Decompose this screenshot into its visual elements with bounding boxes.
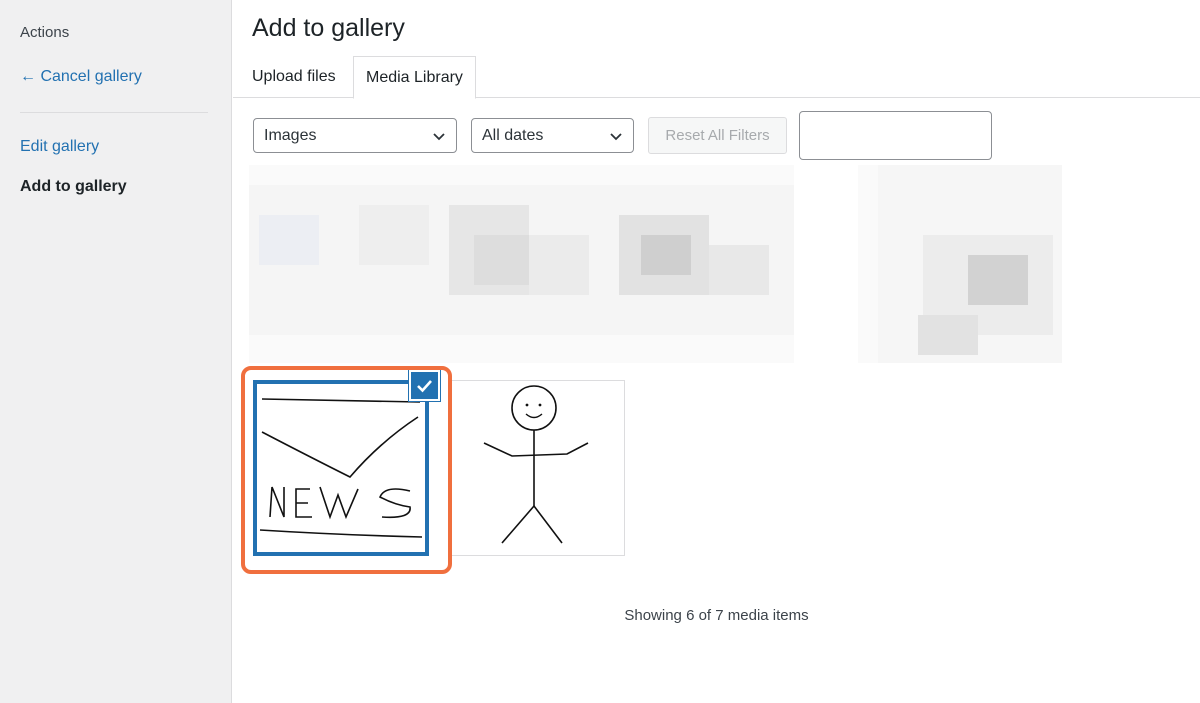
media-count-text: Showing 6 of 7 media items: [624, 607, 809, 624]
checkmark-icon: [417, 380, 432, 393]
cancel-gallery-link[interactable]: ← Cancel gallery: [20, 68, 142, 86]
actions-heading: Actions: [20, 24, 70, 41]
stick-figure-drawing-icon: [483, 385, 589, 544]
reset-filters-button[interactable]: Reset All Filters: [648, 117, 787, 154]
chevron-down-icon: [610, 133, 622, 141]
media-type-filter[interactable]: Images: [253, 118, 457, 153]
date-filter-value: All dates: [482, 127, 544, 144]
media-item-news[interactable]: [250, 377, 432, 559]
media-item-stick-figure[interactable]: [451, 380, 625, 556]
media-type-value: Images: [264, 127, 317, 144]
date-filter[interactable]: All dates: [471, 118, 634, 153]
selected-check-button[interactable]: [409, 370, 440, 401]
tab-media-library[interactable]: Media Library: [353, 56, 476, 99]
chevron-down-icon: [433, 133, 445, 141]
sidebar-separator: [20, 112, 208, 113]
add-to-gallery-current: Add to gallery: [20, 178, 127, 195]
media-sidebar: Actions ← Cancel gallery Edit gallery Ad…: [0, 0, 232, 703]
frame-title: Add to gallery: [252, 14, 405, 42]
router-tabs: Upload files Media Library: [233, 56, 1200, 99]
blurred-thumbnails: [249, 165, 794, 363]
edit-gallery-link[interactable]: Edit gallery: [20, 138, 99, 156]
tab-upload-files[interactable]: Upload files: [240, 56, 348, 98]
media-frame: Add to gallery Upload files Media Librar…: [233, 0, 1200, 703]
news-drawing-icon: [257, 384, 425, 552]
search-input[interactable]: [799, 111, 992, 160]
blurred-thumbnail: [858, 165, 1062, 363]
